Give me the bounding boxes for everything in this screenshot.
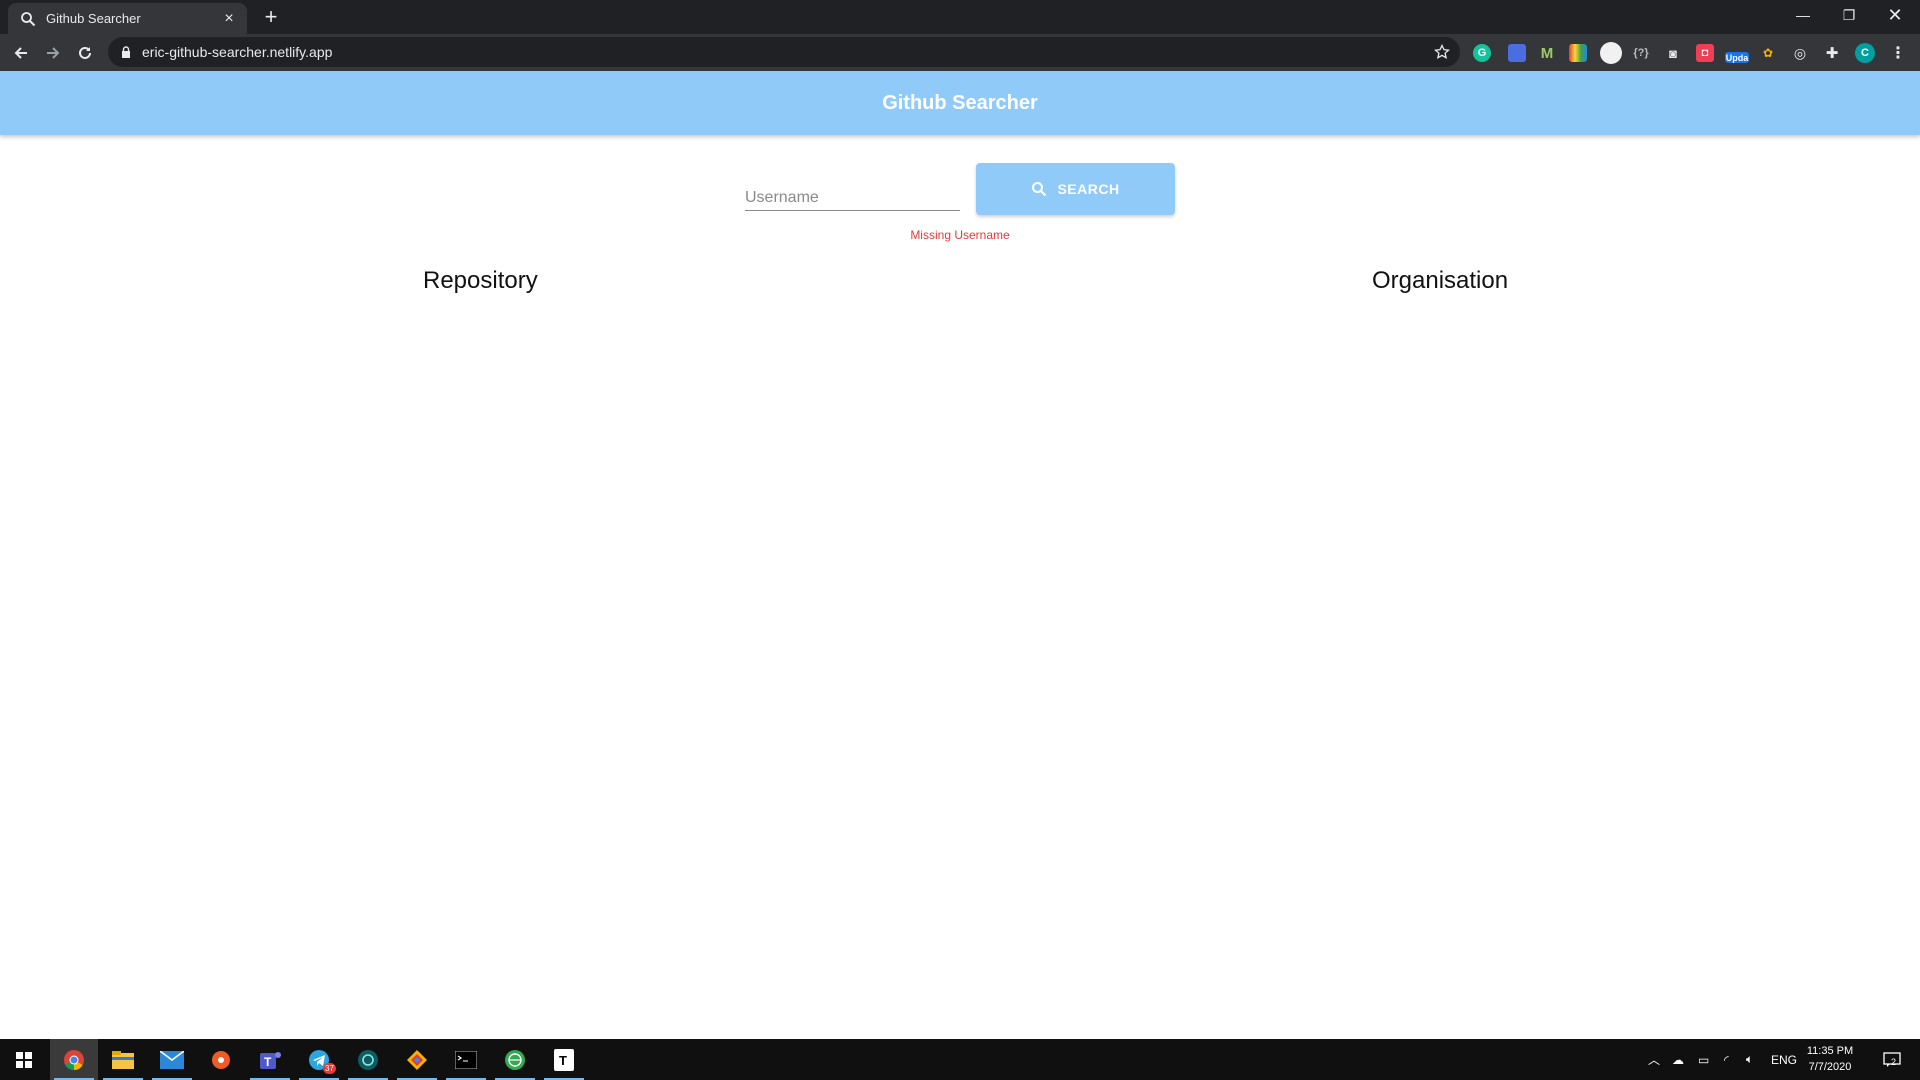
chrome-icon xyxy=(64,1049,84,1070)
repository-heading: Repository xyxy=(423,267,538,294)
taskbar-telegram[interactable]: 37 xyxy=(295,1039,343,1080)
wifi-icon[interactable]: ◜ xyxy=(1724,1039,1729,1080)
notifications-button[interactable]: 2 xyxy=(1880,1039,1904,1080)
browser-toolbar: eric-github-searcher.netlify.app G M {?}… xyxy=(0,34,1920,71)
folder-icon xyxy=(112,1050,134,1069)
menu-kebab-icon[interactable]: ⋮ xyxy=(1889,44,1907,62)
restore-button[interactable]: ❐ xyxy=(1826,0,1872,30)
tab-title: Github Searcher xyxy=(46,11,141,26)
puzzle-extensions-icon[interactable]: ✚ xyxy=(1823,44,1841,62)
close-window-button[interactable]: ✕ xyxy=(1872,0,1918,30)
profile-avatar[interactable]: C xyxy=(1855,43,1875,63)
m-extension-icon[interactable]: M xyxy=(1538,44,1556,62)
extension-icon-2[interactable]: ✿ xyxy=(1759,44,1777,62)
onedrive-icon[interactable]: ☁ xyxy=(1672,1039,1684,1080)
new-tab-button[interactable]: + xyxy=(260,6,282,28)
url-text: eric-github-searcher.netlify.app xyxy=(142,44,333,60)
windows-logo-icon xyxy=(16,1051,32,1068)
pocket-icon[interactable]: ◘ xyxy=(1696,44,1714,62)
search-icon xyxy=(21,11,36,26)
arrow-right-icon xyxy=(47,47,60,59)
battery-icon[interactable]: ▭ xyxy=(1698,1039,1709,1080)
taskbar-postman[interactable] xyxy=(197,1039,245,1080)
json-extension-icon[interactable]: {?} xyxy=(1632,44,1650,62)
color-extension-icon[interactable] xyxy=(1569,44,1587,62)
volume-icon[interactable]: 🔈︎ xyxy=(1746,1039,1753,1080)
taskbar-chrome[interactable] xyxy=(50,1039,98,1080)
camera-icon[interactable]: ◙ xyxy=(1664,44,1682,62)
search-icon xyxy=(1032,182,1047,197)
language-indicator[interactable]: ENG xyxy=(1771,1039,1797,1080)
mail-icon xyxy=(160,1050,184,1069)
windows-taskbar: T 37 T ︿ ☁ ▭ ◜ 🔈︎ ENG 11:35 PM 7/7/2020 … xyxy=(0,1039,1920,1080)
postman-icon xyxy=(212,1050,230,1069)
back-button[interactable] xyxy=(10,42,32,64)
clock-date: 7/7/2020 xyxy=(1808,1061,1852,1073)
reload-icon xyxy=(79,46,91,59)
forward-button[interactable] xyxy=(42,42,64,64)
organisation-heading: Organisation xyxy=(1372,267,1509,294)
telegram-badge: 37 xyxy=(323,1063,336,1074)
reload-button[interactable] xyxy=(74,42,96,64)
bookmark-star-icon[interactable] xyxy=(1434,44,1450,60)
error-message: Missing Username xyxy=(910,228,1010,242)
typora-icon: T xyxy=(554,1048,574,1071)
globe-app-icon xyxy=(358,1049,378,1070)
taskbar-mail[interactable] xyxy=(148,1039,196,1080)
target-extension-icon[interactable]: ◎ xyxy=(1791,44,1809,62)
teams-icon: T xyxy=(260,1051,281,1069)
taskbar-app-green[interactable] xyxy=(491,1039,539,1080)
taskbar-typora[interactable]: T xyxy=(540,1039,588,1080)
app-title: Github Searcher xyxy=(882,91,1038,114)
address-bar[interactable]: eric-github-searcher.netlify.app xyxy=(108,37,1460,67)
taskbar-terminal[interactable] xyxy=(442,1039,490,1080)
arrow-left-icon xyxy=(14,47,27,59)
grammarly-extension-icon[interactable]: G xyxy=(1473,44,1491,62)
browser-tab[interactable]: Github Searcher × xyxy=(8,3,247,34)
lock-icon xyxy=(122,46,130,58)
show-hidden-icons[interactable]: ︿ xyxy=(1648,1039,1660,1080)
notification-count: 2 xyxy=(1891,1057,1897,1067)
green-globe-icon xyxy=(505,1049,525,1070)
minimize-button[interactable]: — xyxy=(1780,0,1826,30)
taskbar-teams[interactable]: T xyxy=(246,1039,294,1080)
system-clock[interactable]: 11:35 PM 7/7/2020 xyxy=(1800,1043,1860,1075)
search-button[interactable]: SEARCH xyxy=(976,163,1175,215)
svg-text:T: T xyxy=(264,1055,272,1069)
close-tab-icon[interactable]: × xyxy=(221,10,237,27)
username-field[interactable] xyxy=(745,177,960,211)
svg-text:T: T xyxy=(559,1053,567,1068)
update-extension-icon[interactable]: Upda xyxy=(1725,52,1749,63)
extension-icon[interactable] xyxy=(1508,44,1526,62)
taskbar-file-explorer[interactable] xyxy=(99,1039,147,1080)
taskbar-gitkraken[interactable] xyxy=(393,1039,441,1080)
git-diamond-icon xyxy=(407,1049,427,1070)
taskbar-app-globe[interactable] xyxy=(344,1039,392,1080)
page-content: Github Searcher SEARCH Missing Username … xyxy=(0,71,1920,1039)
terminal-icon xyxy=(455,1050,477,1069)
username-input[interactable] xyxy=(745,177,960,210)
browser-titlebar: Github Searcher × + — ❐ ✕ xyxy=(0,0,1920,34)
app-bar: Github Searcher xyxy=(0,71,1920,135)
search-button-label: SEARCH xyxy=(1057,181,1120,197)
white-circle-extension-icon[interactable] xyxy=(1600,42,1622,64)
clock-time: 11:35 PM xyxy=(1806,1045,1854,1057)
start-button[interactable] xyxy=(0,1039,48,1080)
